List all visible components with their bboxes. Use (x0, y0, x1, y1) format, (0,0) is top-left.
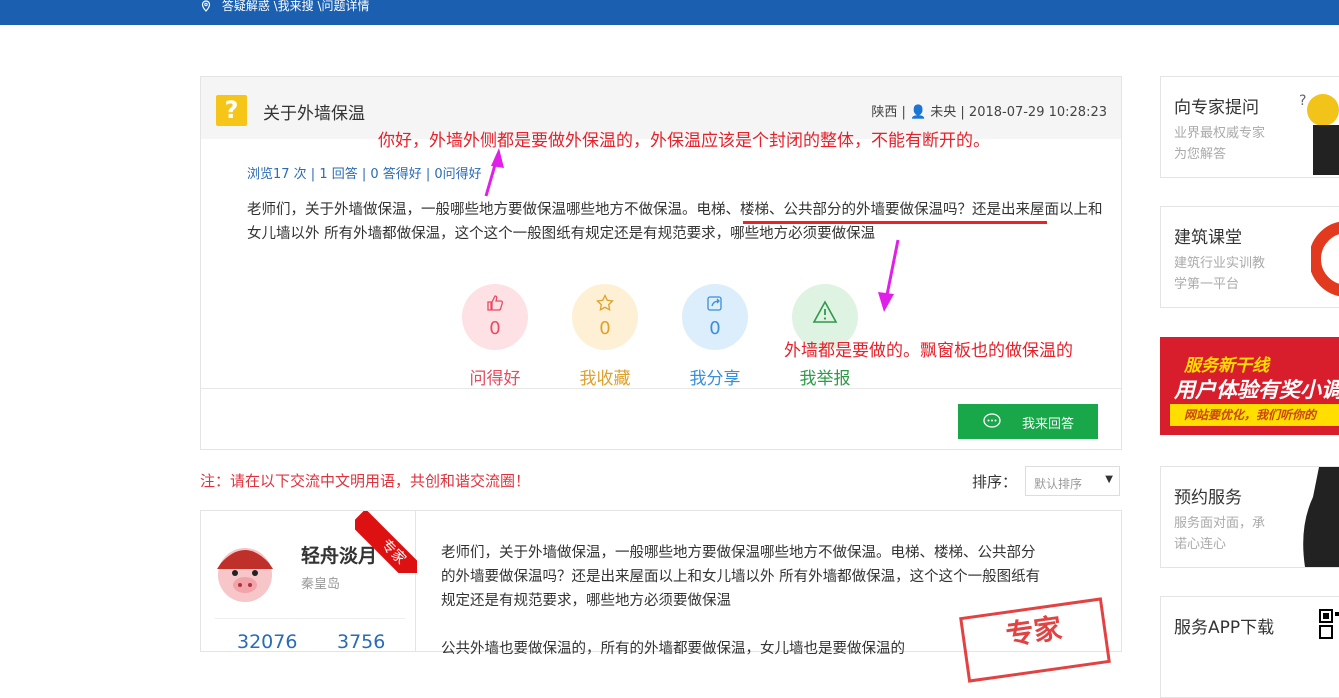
question-stats: 浏览17 次 | 1 回答 | 0 答得好 | 0问得好 (247, 167, 482, 182)
sidebar-title: 向专家提问 (1174, 98, 1259, 118)
dropdown-arrow-icon: ▼ (1105, 474, 1113, 485)
report-label: 我举报 (799, 369, 851, 389)
share-label: 我分享 (689, 369, 741, 389)
course-logo-icon (1311, 221, 1339, 297)
star-icon (596, 294, 614, 312)
service-banner[interactable]: 服务新干线 用户体验有奖小调 网站要优化，我们听你的 (1160, 337, 1339, 435)
question-title: 关于外墙保温 (263, 104, 365, 124)
sort-label: 排序： (972, 473, 1018, 491)
share-count: 0 (709, 318, 721, 339)
sort-selected: 默认排序 (1034, 477, 1083, 491)
sidebar-booking[interactable]: 预约服务 服务面对面，承诺心连心 (1160, 466, 1339, 568)
sidebar-course[interactable]: 建筑课堂 建筑行业实训教学第一平台 (1160, 206, 1339, 308)
top-bar: 答疑解惑 \我来搜 \问题详情 (0, 0, 1339, 25)
answer-button-label: 我来回答 (1022, 416, 1075, 431)
favorite-circle: 0 (572, 284, 638, 350)
annotation-text-2: 外墙都是要做的。飘窗板也的做保温的 (784, 341, 1073, 361)
answer-city: 秦皇岛 (301, 577, 341, 592)
sidebar-subtitle: 服务面对面，承诺心连心 (1174, 516, 1266, 552)
sidebar-subtitle: 建筑行业实训教学第一平台 (1174, 256, 1266, 292)
question-meta: 陕西 | 👤 未央 | 2018-07-29 10:28:23 (871, 105, 1107, 120)
civility-note: 注：请在以下交流中文明用语，共创和谐交流圈！ (200, 472, 531, 490)
ask-good-count: 0 (489, 318, 501, 339)
share-icon (707, 296, 722, 311)
expert-ribbon-text: 专家 (355, 511, 417, 573)
sidebar-ask-expert[interactable]: 向专家提问 业界最权威专家为您解答 ? (1160, 76, 1339, 178)
location-pin-icon (201, 0, 211, 12)
share-circle: 0 (682, 284, 748, 350)
sidebar-title: 服务APP下载 (1174, 618, 1275, 638)
favorite-label: 我收藏 (579, 369, 631, 389)
banner-line2: 用户体验有奖小调 (1174, 378, 1339, 402)
warning-icon (812, 300, 838, 323)
sidebar-app-download[interactable]: 服务APP下载 (1160, 596, 1339, 698)
avatar[interactable] (215, 535, 275, 605)
ask-good-button[interactable]: 0 问得好 (462, 284, 528, 389)
favorite-count: 0 (599, 318, 611, 339)
ask-good-circle: 0 (462, 284, 528, 350)
question-mark-icon: ? (216, 95, 247, 126)
banner-line1: 服务新干线 (1184, 356, 1269, 376)
annotation-text-1: 你好，外墙外侧都是要做外保温的，外保温应该是个封闭的整体，不能有断开的。 (378, 131, 990, 151)
divider (201, 388, 1121, 389)
breadcrumb-text[interactable]: 答疑解惑 \我来搜 \问题详情 (222, 0, 370, 13)
answer-user-panel: 轻舟淡月 秦皇岛 专家 32076 3756 (205, 511, 417, 653)
expert-ribbon: 专家 (355, 511, 417, 573)
breadcrumb: 答疑解惑 \我来搜 \问题详情 (200, 0, 370, 14)
sort-select[interactable]: 默认排序 ▼ (1025, 466, 1120, 496)
divider (215, 618, 405, 619)
chat-bubble-icon (983, 413, 1001, 428)
answer-body: 公共外墙也要做保温的，所有的外墙都要做保温，女儿墙也是要做保温的 (441, 641, 905, 657)
ask-good-label: 问得好 (469, 369, 521, 389)
answer-button[interactable]: 我来回答 (958, 404, 1098, 439)
qr-code-icon (1319, 609, 1339, 639)
expert-figure-icon: ? (1299, 93, 1339, 175)
answer-card: 轻舟淡月 秦皇岛 专家 32076 3756 老师们，关于外墙做保温，一般哪些地… (200, 510, 1122, 683)
sidebar-subtitle: 业界最权威专家为您解答 (1174, 126, 1266, 162)
favorite-button[interactable]: 0 我收藏 (572, 284, 638, 389)
svg-text:?: ? (1299, 93, 1306, 109)
person-figure-icon (1303, 467, 1339, 567)
banner-line3: 网站要优化，我们听你的 (1170, 404, 1339, 426)
answer-quoted-question: 老师们，关于外墙做保温，一般哪些地方要做保温哪些地方不做保温。电梯、楼梯、公共部… (441, 545, 1041, 609)
user-stat-1: 32076 (237, 631, 298, 653)
share-button[interactable]: 0 我分享 (682, 284, 748, 389)
sidebar-title: 建筑课堂 (1174, 228, 1242, 248)
user-stat-2: 3756 (337, 631, 386, 653)
red-underline-annotation (743, 221, 1047, 224)
sidebar-title: 预约服务 (1174, 488, 1242, 508)
thumbs-up-icon (487, 295, 504, 311)
